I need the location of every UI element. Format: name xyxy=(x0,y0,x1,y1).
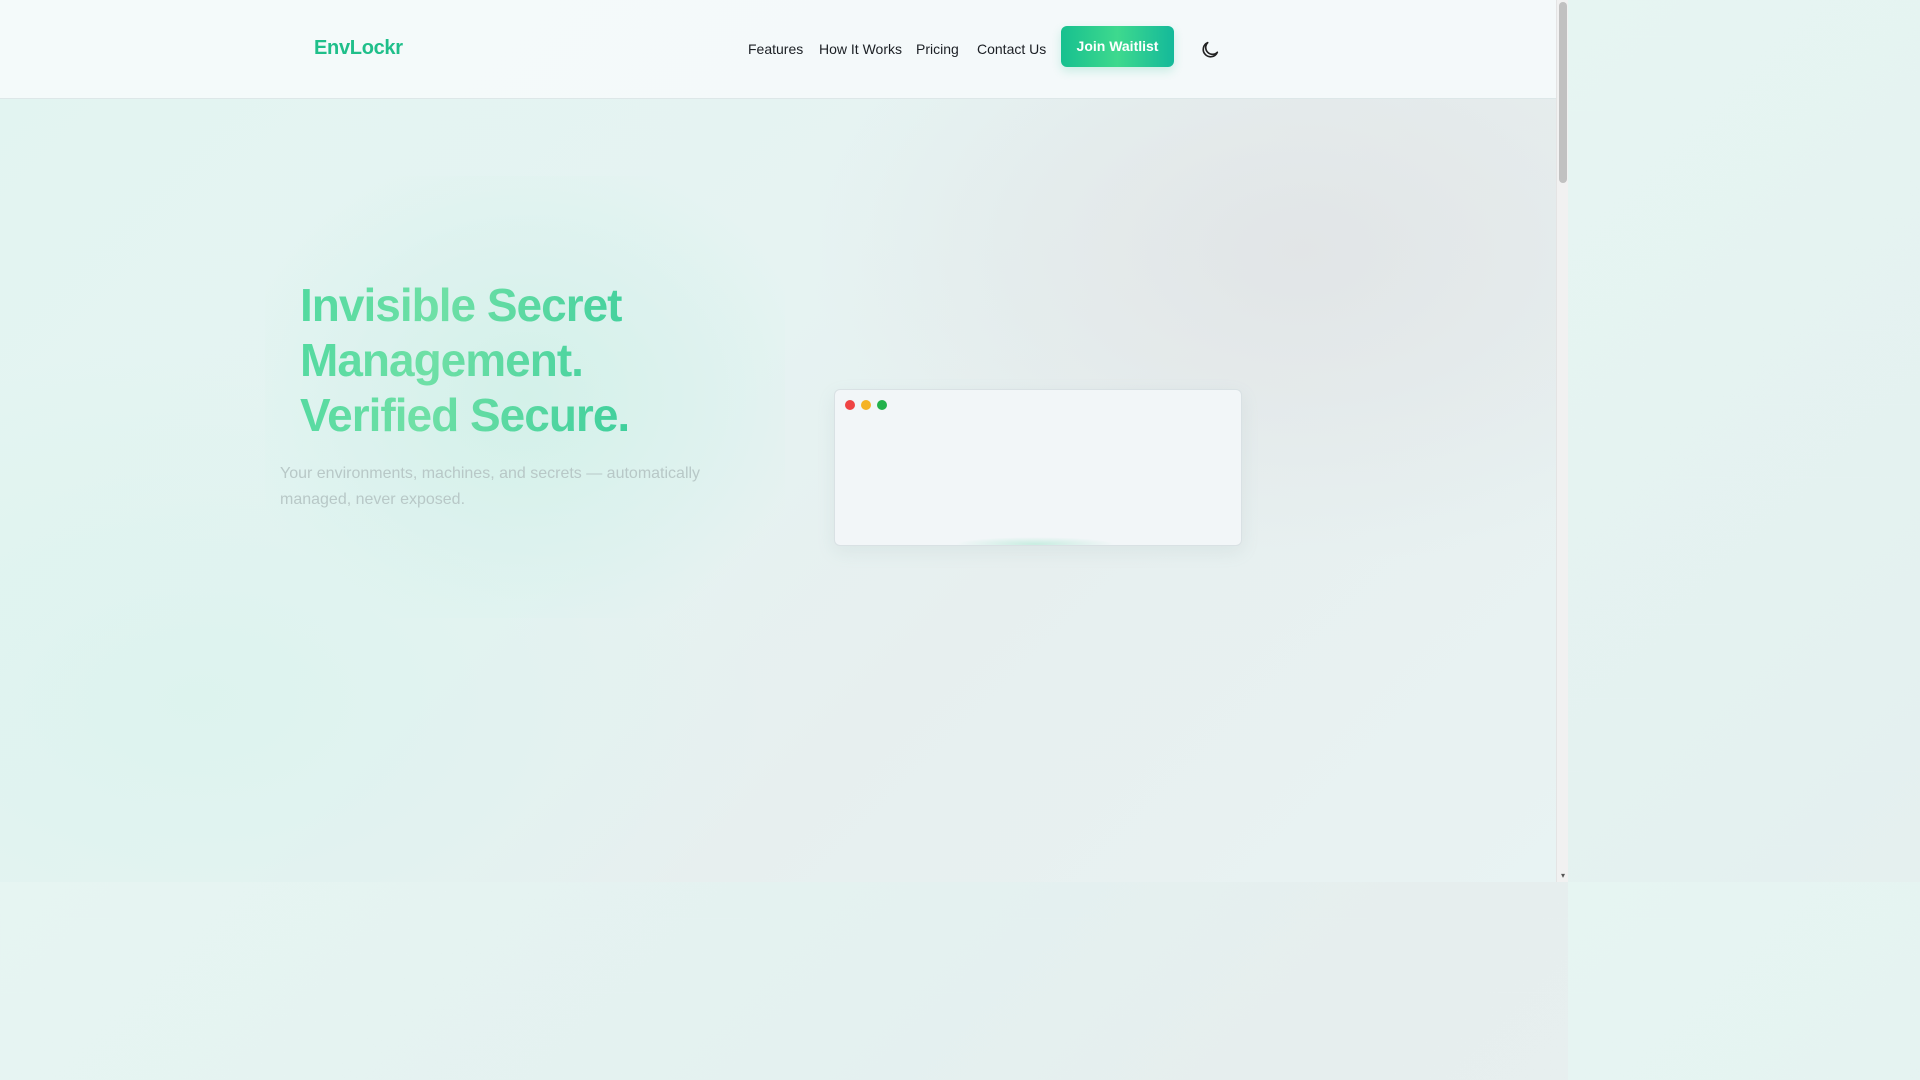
nav-link-pricing[interactable]: Pricing xyxy=(916,41,959,57)
nav-link-how-it-works[interactable]: How It Works xyxy=(819,41,902,57)
hero-subtext: Your environments, machines, and secrets… xyxy=(280,465,701,508)
scroll-down-arrow-icon[interactable]: ▾ xyxy=(1559,872,1567,880)
page: EnvLockr Features How It Works Pricing C… xyxy=(0,0,1556,882)
logo[interactable]: EnvLockr xyxy=(314,37,403,60)
scrollbar-thumb[interactable] xyxy=(1559,2,1567,183)
minimize-dot xyxy=(861,400,871,410)
join-waitlist-button[interactable]: Join Waitlist xyxy=(1061,26,1174,67)
hero-headline: Invisible Secret Management. Verified Se… xyxy=(300,278,629,443)
theme-toggle-button[interactable] xyxy=(1199,39,1221,61)
hero-headline-line-1: Invisible Secret xyxy=(300,279,622,331)
hero-headline-line-3: Verified Secure. xyxy=(300,389,630,441)
moon-icon xyxy=(1202,41,1219,58)
maximize-dot xyxy=(877,400,887,410)
hero-headline-line-2: Management. xyxy=(300,334,583,386)
nav-link-contact-us[interactable]: Contact Us xyxy=(977,41,1046,57)
site-header: EnvLockr Features How It Works Pricing C… xyxy=(0,0,1556,99)
terminal-shine xyxy=(955,537,1115,545)
nav-link-features[interactable]: Features xyxy=(748,41,803,57)
close-dot xyxy=(845,400,855,410)
vertical-scrollbar[interactable]: ▾ xyxy=(1556,0,1568,882)
terminal-window xyxy=(834,389,1242,546)
